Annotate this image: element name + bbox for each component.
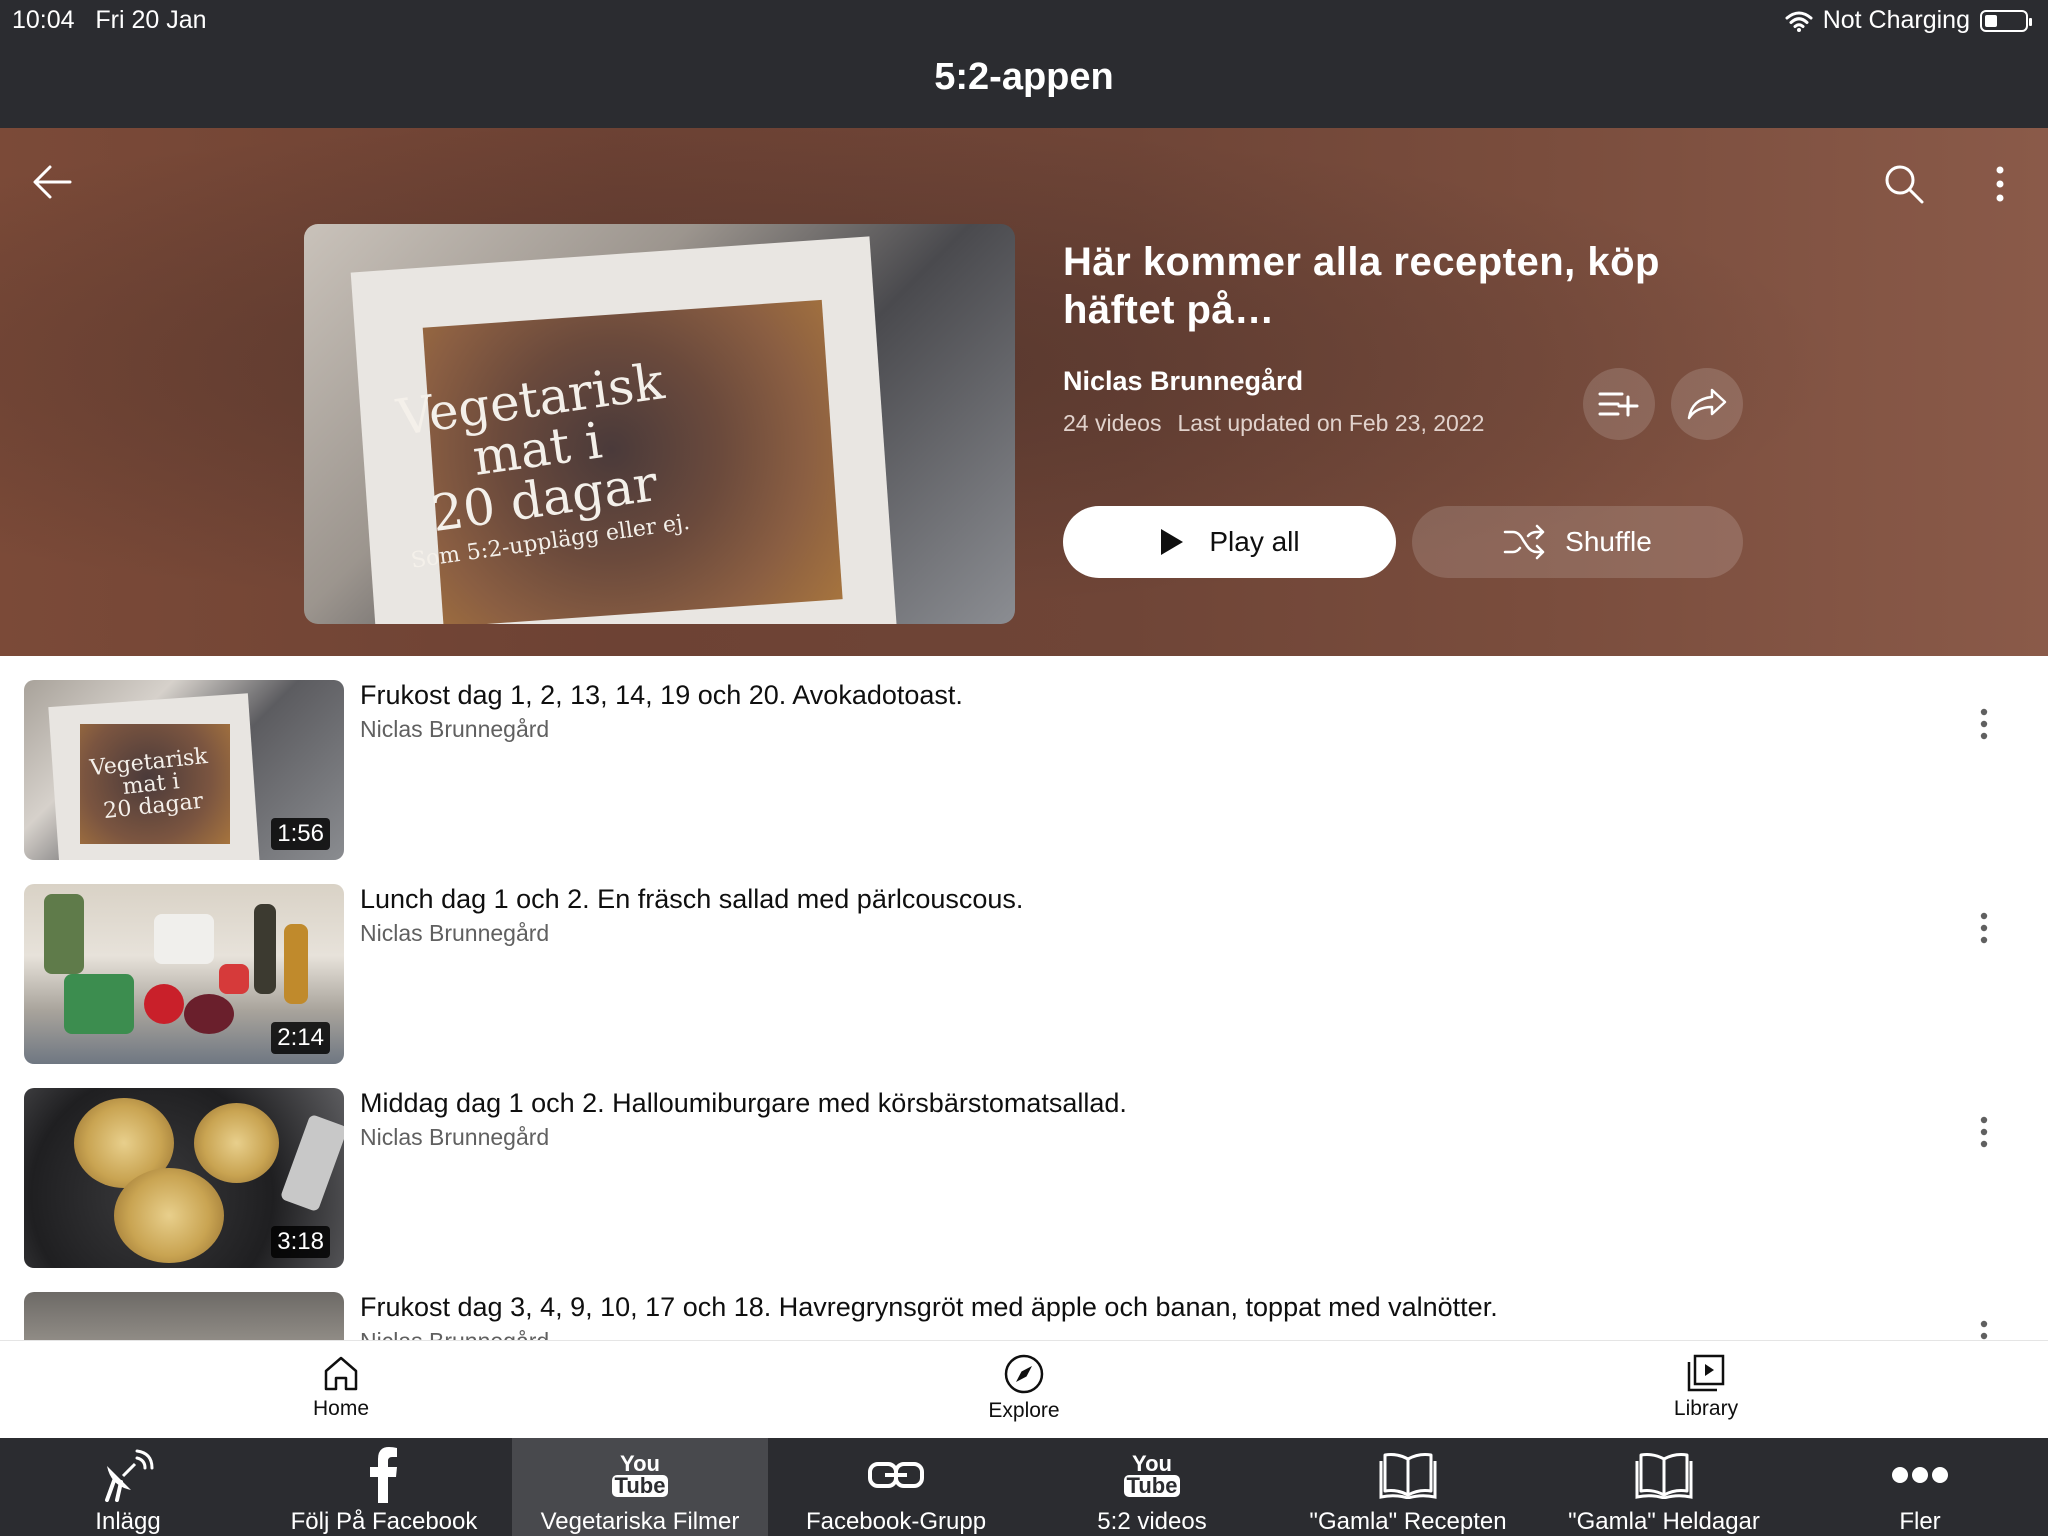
status-time: 10:04 Fri 20 Jan	[12, 6, 207, 35]
arrow-left-icon	[33, 165, 72, 199]
list-item[interactable]: Vegetarisk mat i 20 dagar 1:56 Frukost d…	[0, 656, 2048, 860]
tab-label: Följ På Facebook	[290, 1508, 478, 1535]
video-title[interactable]: Lunch dag 1 och 2. En fräsch sallad med …	[360, 884, 1023, 915]
nav-home[interactable]: Home	[261, 1353, 421, 1421]
video-duration: 1:56	[271, 818, 330, 850]
book-icon	[1379, 1453, 1437, 1499]
more-horiz-icon	[1892, 1467, 1948, 1483]
tab-label: 5:2 videos	[1097, 1508, 1207, 1535]
video-author: Niclas Brunnegård	[360, 1328, 549, 1340]
tab-vegetariska-filmer[interactable]: You Tube Vegetariska Filmer	[512, 1438, 768, 1536]
tab-fler[interactable]: Fler	[1792, 1438, 2048, 1536]
shuffle-label: Shuffle	[1565, 526, 1652, 557]
more-vert-icon	[1980, 708, 1988, 740]
video-more-button[interactable]	[1968, 1108, 2000, 1156]
save-playlist-button[interactable]	[1583, 368, 1655, 440]
play-icon	[1161, 529, 1184, 555]
video-title[interactable]: Middag dag 1 och 2. Halloumiburgare med …	[360, 1088, 1127, 1119]
bottom-navigation: Home Explore Library	[0, 1340, 2048, 1438]
video-more-button[interactable]	[1968, 904, 2000, 952]
app-title: 5:2-appen	[934, 56, 1114, 98]
video-title[interactable]: Frukost dag 3, 4, 9, 10, 17 och 18. Havr…	[360, 1292, 1498, 1323]
playlist-title: Här kommer alla recepten, köp häftet på…	[1063, 240, 1660, 332]
nav-library-label: Library	[1673, 1397, 1739, 1420]
more-vert-icon	[1980, 912, 1988, 944]
status-indicators: Not Charging	[1785, 6, 2032, 35]
video-more-button[interactable]	[1968, 700, 2000, 748]
charging-status: Not Charging	[1822, 6, 1970, 34]
tab-52-videos[interactable]: You Tube 5:2 videos	[1024, 1438, 1280, 1536]
compass-icon	[1004, 1354, 1044, 1394]
nav-library[interactable]: Library	[1626, 1353, 1786, 1421]
youtube-icon: You Tube	[1123, 1453, 1181, 1497]
wifi-icon	[1785, 11, 1813, 32]
tab-label: "Gamla" Heldagar	[1568, 1508, 1760, 1535]
satellite-dish-icon	[105, 1449, 154, 1502]
tab-gamla-heldagar[interactable]: "Gamla" Heldagar	[1536, 1438, 1792, 1536]
last-updated: Last updated on Feb 23, 2022	[1177, 410, 1485, 436]
more-options-button[interactable]	[1970, 154, 2030, 214]
link-icon	[868, 1462, 924, 1488]
video-more-button[interactable]	[1968, 1312, 2000, 1340]
video-author: Niclas Brunnegård	[360, 1124, 550, 1150]
nav-explore-label: Explore	[988, 1399, 1060, 1422]
playlist-meta: 24 videos Last updated on Feb 23, 2022	[1063, 410, 1484, 437]
share-icon	[1687, 388, 1727, 420]
video-thumbnail[interactable]: Vegetarisk mat i 20 dagar 1:56	[24, 680, 344, 860]
playlist-header: Vegetarisk mat i 20 dagar Som 5:2-uppläg…	[0, 128, 2048, 656]
list-item[interactable]: 3:18 Middag dag 1 och 2. Halloumiburgare…	[0, 1064, 2048, 1268]
video-thumbnail[interactable]: 2:14	[24, 884, 344, 1064]
tab-label: "Gamla" Recepten	[1309, 1508, 1507, 1535]
library-icon	[1687, 1354, 1725, 1392]
share-button[interactable]	[1671, 368, 1743, 440]
battery-icon	[1980, 9, 2032, 32]
tab-label: Fler	[1899, 1508, 1941, 1535]
video-count: 24 videos	[1063, 410, 1162, 436]
list-item[interactable]: Frukost dag 3, 4, 9, 10, 17 och 18. Havr…	[0, 1268, 2048, 1340]
tab-label: Inlägg	[95, 1508, 161, 1535]
playlist-thumbnail[interactable]: Vegetarisk mat i 20 dagar Som 5:2-uppläg…	[304, 224, 1015, 624]
play-all-button[interactable]: Play all	[1063, 506, 1396, 578]
playlist-author[interactable]: Niclas Brunnegård	[1063, 366, 1303, 397]
tab-facebook[interactable]: Följ På Facebook	[256, 1438, 512, 1536]
youtube-icon: You Tube	[611, 1453, 669, 1497]
tab-inlagg[interactable]: Inlägg	[0, 1438, 256, 1536]
video-duration: 2:14	[271, 1022, 330, 1054]
tab-label: Vegetariska Filmer	[540, 1508, 740, 1535]
more-vert-icon	[1980, 1116, 1988, 1148]
playlist-add-icon	[1598, 392, 1639, 417]
more-vert-icon	[1980, 1320, 1988, 1340]
shuffle-button[interactable]: Shuffle	[1412, 506, 1743, 578]
video-duration: 3:18	[271, 1226, 330, 1258]
book-icon	[1635, 1453, 1693, 1499]
status-date: Fri 20 Jan	[95, 6, 207, 34]
tab-gamla-recepten[interactable]: "Gamla" Recepten	[1280, 1438, 1536, 1536]
search-icon	[1885, 165, 1924, 204]
back-button[interactable]	[22, 152, 82, 212]
shuffle-icon	[1503, 524, 1545, 560]
list-item[interactable]: 2:14 Lunch dag 1 och 2. En fräsch sallad…	[0, 860, 2048, 1064]
nav-home-label: Home	[312, 1397, 370, 1420]
video-thumbnail[interactable]	[24, 1292, 344, 1340]
video-list: Vegetarisk mat i 20 dagar 1:56 Frukost d…	[0, 656, 2048, 1340]
video-title[interactable]: Frukost dag 1, 2, 13, 14, 19 och 20. Avo…	[360, 680, 963, 711]
nav-explore[interactable]: Explore	[944, 1353, 1104, 1423]
book-cover-text: Vegetarisk mat i 20 dagar Som 5:2-uppläg…	[393, 352, 692, 574]
tab-label: Facebook-Grupp	[805, 1508, 987, 1535]
play-all-label: Play all	[1209, 526, 1300, 557]
facebook-icon	[370, 1447, 397, 1503]
app-tab-bar: Inlägg Följ På Facebook You Tube Vegetar…	[0, 1438, 2048, 1536]
tab-facebook-grupp[interactable]: Facebook-Grupp	[768, 1438, 1024, 1536]
video-thumbnail[interactable]: 3:18	[24, 1088, 344, 1268]
more-vert-icon	[1996, 166, 2004, 202]
home-icon	[324, 1356, 358, 1391]
video-author: Niclas Brunnegård	[360, 920, 550, 946]
top-bar: 10:04 Fri 20 Jan Not Charging 5:2-appen	[0, 0, 2048, 128]
video-author: Niclas Brunnegård	[360, 716, 550, 742]
status-clock: 10:04	[12, 6, 75, 34]
thumbnail-book-text: Vegetarisk mat i 20 dagar	[88, 744, 209, 825]
search-button[interactable]	[1874, 154, 1934, 214]
